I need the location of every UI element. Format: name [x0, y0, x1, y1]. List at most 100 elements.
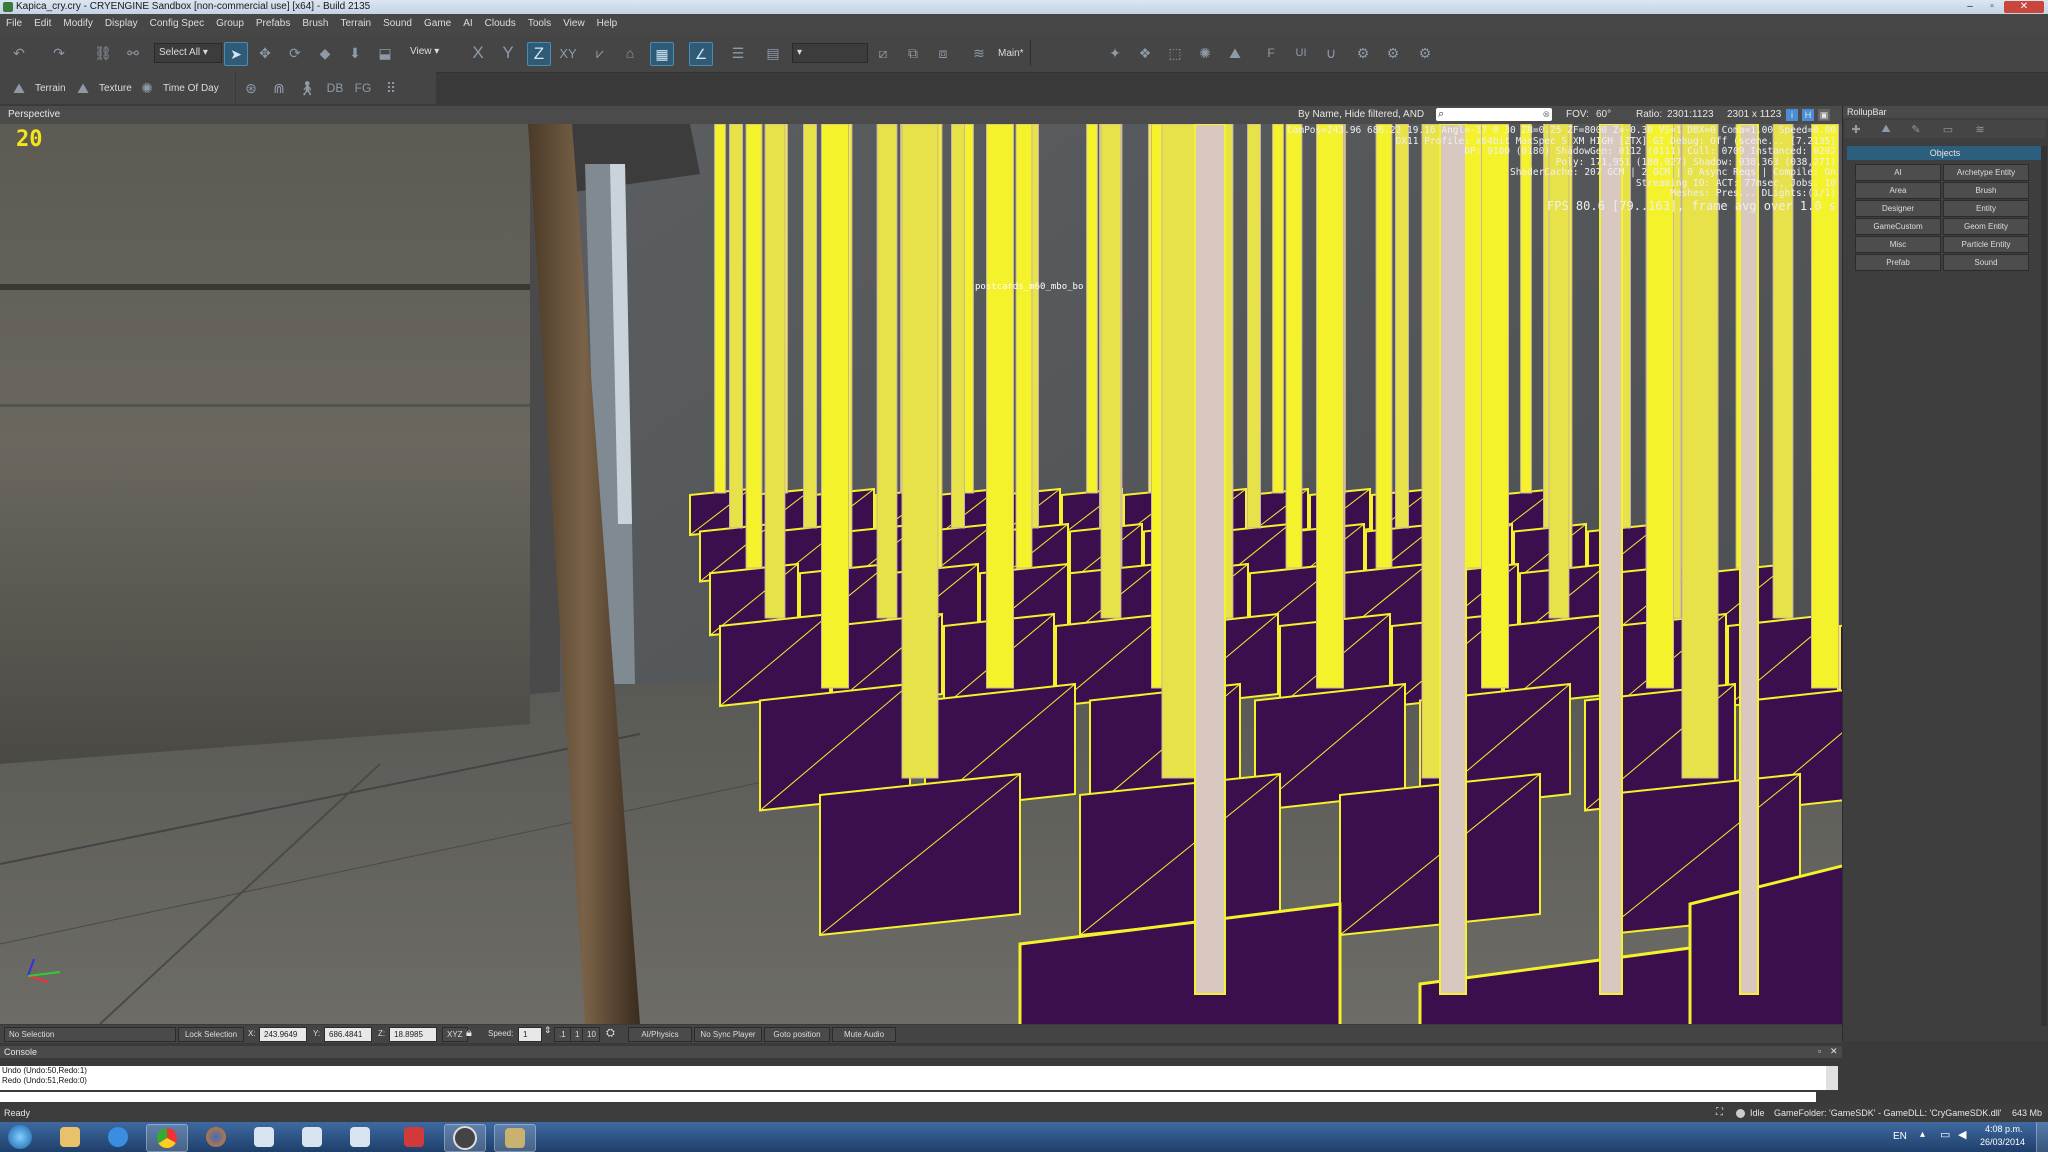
network-tray-icon[interactable]: ▭ [1940, 1128, 1950, 1141]
scale-tool-icon[interactable]: ◆ [314, 42, 336, 64]
menu-config-spec[interactable]: Config Spec [144, 14, 210, 34]
taskbar-window-1[interactable] [244, 1124, 284, 1150]
menu-clouds[interactable]: Clouds [479, 14, 522, 34]
tray-expand-icon[interactable]: ▴ [1920, 1129, 1925, 1140]
redo-icon[interactable]: ↷ [48, 42, 70, 64]
taskbar-firefox[interactable] [196, 1124, 236, 1150]
sound-button[interactable]: Sound [1943, 254, 2029, 271]
menu-group[interactable]: Group [210, 14, 250, 34]
viewport-search-input[interactable]: ⌕ ⊗ [1436, 108, 1552, 121]
start-button[interactable] [2, 1124, 38, 1150]
selection-set-dropdown[interactable]: ▾ [792, 43, 868, 63]
physics-sim-icon[interactable]: ⛭ [606, 1027, 615, 1040]
menu-modify[interactable]: Modify [57, 14, 98, 34]
time-of-day-button[interactable]: Time Of Day [163, 83, 219, 94]
menu-brush[interactable]: Brush [296, 14, 334, 34]
mute-audio-button[interactable]: Mute Audio [832, 1027, 896, 1042]
objects-tab-icon[interactable]: ✚ [1847, 118, 1865, 140]
entity-button[interactable]: Entity [1943, 200, 2029, 217]
angle-snap-icon[interactable]: ∠ [689, 42, 713, 66]
maximize-viewport-icon[interactable]: ▣ [1818, 109, 1830, 121]
console-scrollbar[interactable] [1826, 1066, 1838, 1090]
designer-button[interactable]: Designer [1855, 200, 1941, 217]
texture-button[interactable]: Texture [99, 83, 132, 94]
flowgraph-icon[interactable]: F [1260, 42, 1282, 64]
clear-search-icon[interactable]: ⊗ [1542, 105, 1550, 123]
modify-tab-icon[interactable]: ✎ [1907, 118, 1925, 140]
resolution-value[interactable]: 2301 x 1123 [1727, 106, 1781, 124]
layers-tab-icon[interactable]: ≋ [1971, 118, 1989, 140]
object-snap-icon[interactable]: ⌂ [619, 42, 641, 64]
clock-time[interactable]: 4:08 p.m. [1985, 1124, 2023, 1134]
fg-button[interactable]: FG [352, 77, 374, 99]
taskbar-explorer[interactable] [50, 1124, 90, 1150]
maximize-button[interactable]: ▫ [1982, 1, 2002, 13]
menu-help[interactable]: Help [591, 14, 624, 34]
menu-terrain[interactable]: Terrain [334, 14, 377, 34]
particle-editor-icon[interactable]: ✺ [1194, 42, 1216, 64]
taskbar-sketchup[interactable] [394, 1124, 434, 1150]
rollup-scrollbar[interactable] [2041, 146, 2047, 1026]
menu-edit[interactable]: Edit [28, 14, 57, 34]
lock-selection-button[interactable]: Lock Selection [178, 1027, 244, 1042]
align-icon[interactable]: ☰ [727, 42, 749, 64]
console-close-icon[interactable]: ✕ [1830, 1045, 1838, 1057]
taskbar-window-2[interactable] [292, 1124, 332, 1150]
menu-view[interactable]: View [557, 14, 591, 34]
grid-snap-icon[interactable]: ▦ [650, 42, 674, 66]
select-tool-icon[interactable]: ➤ [224, 42, 248, 66]
helpers-icon[interactable]: H [1802, 109, 1814, 121]
terrain-button[interactable]: Terrain [35, 83, 66, 94]
hide-icon[interactable]: ⧄ [872, 42, 894, 64]
objects-section-header[interactable]: Objects [1847, 146, 2043, 160]
prefab-button[interactable]: Prefab [1855, 254, 1941, 271]
brush-button[interactable]: Brush [1943, 182, 2029, 199]
material-editor-icon[interactable]: ✦ [1104, 42, 1126, 64]
axis-x-button[interactable]: X [467, 42, 489, 64]
show-desktop-button[interactable] [2036, 1122, 2048, 1152]
x-coordinate-input[interactable]: 243.9649 [259, 1027, 307, 1042]
geom-entity-button[interactable]: Geom Entity [1943, 218, 2029, 235]
select-all-dropdown[interactable]: Select All ▾ [154, 43, 222, 63]
fov-value[interactable]: 60° [1596, 106, 1611, 124]
ai-navigation-icon[interactable]: ⋒ [268, 77, 290, 99]
layers-icon[interactable]: ≋ [968, 42, 990, 64]
taskbar-chrome[interactable] [146, 1124, 188, 1152]
language-indicator[interactable]: EN [1893, 1131, 1907, 1142]
display-tab-icon[interactable]: ▭ [1939, 118, 1957, 140]
speed-10-button[interactable]: 10 [582, 1027, 600, 1042]
y-coordinate-input[interactable]: 686.4841 [324, 1027, 372, 1042]
database-view-icon[interactable]: ⬚ [1164, 42, 1186, 64]
no-sync-player-button[interactable]: No Sync Player [694, 1027, 762, 1042]
terrain-tab-icon[interactable]: ⛰ [1877, 118, 1895, 140]
menu-tools[interactable]: Tools [522, 14, 557, 34]
menu-game[interactable]: Game [418, 14, 457, 34]
console-input[interactable] [0, 1092, 1816, 1102]
menu-file[interactable]: File [0, 14, 28, 34]
xyz-button[interactable]: XYZ [442, 1027, 468, 1042]
link-icon[interactable]: ⛓ [92, 42, 114, 64]
misc-button[interactable]: Misc [1855, 236, 1941, 253]
settings-icon[interactable]: ⚙ [1414, 42, 1436, 64]
area-button[interactable]: Area [1855, 182, 1941, 199]
terrain-editor-icon[interactable]: ⛰ [1224, 42, 1246, 64]
console-output[interactable]: Undo (Undo:50,Redo:1) Redo (Undo:51,Redo… [0, 1066, 1838, 1090]
gamecustom-button[interactable]: GameCustom [1855, 218, 1941, 235]
terrain-snap-icon[interactable]: ⩗ [589, 42, 611, 64]
menu-sound[interactable]: Sound [377, 14, 418, 34]
speed-spinner-icon[interactable]: ⇕ [544, 1025, 552, 1036]
volume-icon[interactable]: ◀ [1958, 1128, 1966, 1141]
view-dropdown[interactable]: View ▾ [406, 43, 462, 61]
speed-input[interactable]: 1 [518, 1027, 542, 1042]
place-tool-icon[interactable]: ⬇ [344, 42, 366, 64]
rotate-tool-icon[interactable]: ⟳ [284, 42, 306, 64]
layer-list-icon[interactable]: ▤ [762, 42, 784, 64]
freeze-icon[interactable]: ⧉ [902, 42, 924, 64]
undo-icon[interactable]: ↶ [8, 42, 30, 64]
unlink-icon[interactable]: ⚯ [122, 42, 144, 64]
ai-physics-button[interactable]: AI/Physics [628, 1027, 692, 1042]
taskbar-editor[interactable] [494, 1124, 536, 1152]
menu-display[interactable]: Display [99, 14, 144, 34]
db-button[interactable]: DB [324, 77, 346, 99]
magnet-icon[interactable]: ∪ [1320, 42, 1342, 64]
